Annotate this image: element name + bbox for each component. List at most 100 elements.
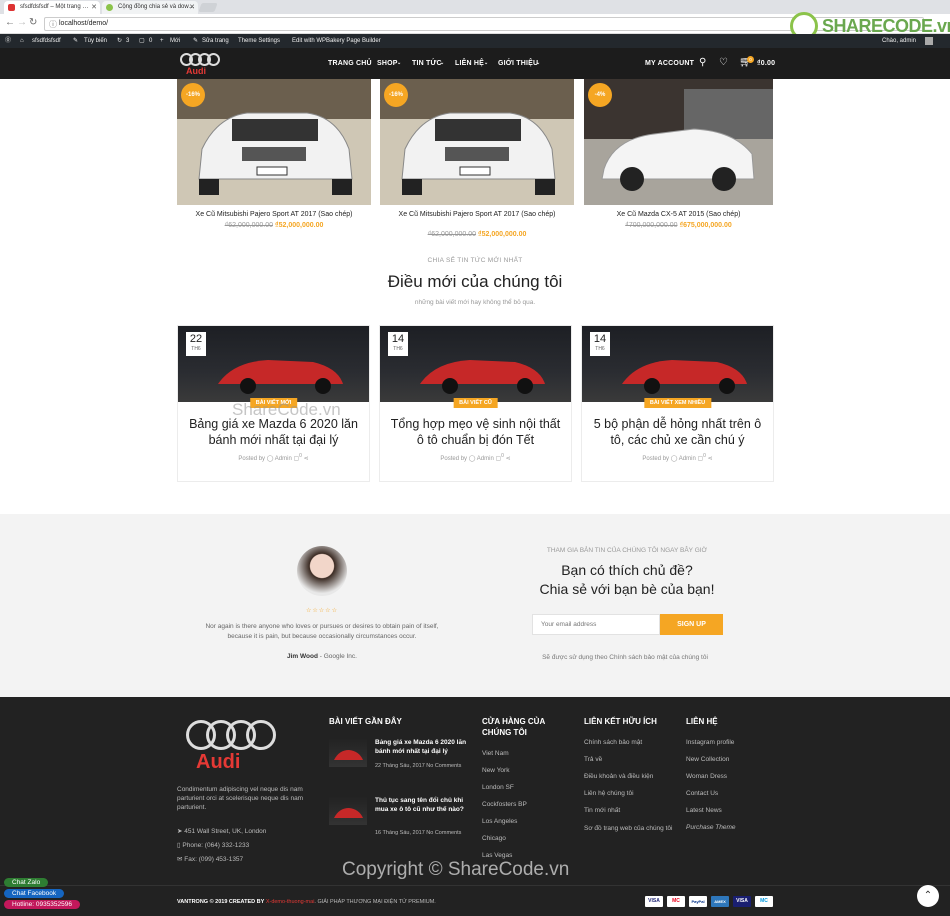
product-image[interactable]: -4% <box>584 79 773 205</box>
menu-news[interactable]: TIN TỨC <box>412 60 442 67</box>
product-image[interactable]: -16% <box>380 79 574 205</box>
footer-useful-link[interactable]: Tin mới nhất <box>584 807 620 814</box>
chat-zalo-button[interactable]: Chat Zalo <box>4 878 49 887</box>
post-title[interactable]: 5 bộ phận dễ hỏng nhất trên ô tô, các ch… <box>590 416 765 448</box>
store-link[interactable]: London SF <box>482 784 514 791</box>
testimonial-text: Nor again is there anyone who loves or p… <box>205 623 439 640</box>
post-title[interactable]: Bảng giá xe Mazda 6 2020 lăn bánh mới nh… <box>186 416 361 448</box>
product-card[interactable]: -4% Xe Cũ Mazda CX-5 AT 2015 (Sao chép) … <box>584 79 773 241</box>
blog-post-card[interactable]: 14 TH6 BÀI VIẾT XEM NHIỀU 5 bộ phận dễ hỏ… <box>581 325 774 482</box>
store-link[interactable]: Cockfosters BP <box>482 801 527 808</box>
share-icon[interactable]: ⋖ <box>708 456 713 462</box>
store-link[interactable]: Los Angeles <box>482 818 517 825</box>
admin-theme-settings[interactable]: Theme Settings <box>238 34 280 48</box>
wordpress-icon[interactable]: ⓪ <box>5 34 11 48</box>
payment-label: VISA <box>648 898 660 904</box>
admin-wpbakery[interactable]: Edit with WPBakery Page Builder <box>292 34 381 48</box>
post-author[interactable]: Admin <box>275 456 292 462</box>
menu-contact[interactable]: LIÊN HỆ <box>455 60 484 67</box>
store-link[interactable]: Las Vegas <box>482 852 512 859</box>
email-field[interactable]: Your email address <box>532 614 660 635</box>
footer-stores-title: CỬA HÀNG CỦA CHÚNG TÔI <box>482 717 545 737</box>
audi-logo[interactable] <box>180 53 220 66</box>
new-price: ₫675,000,000.00 <box>679 222 732 229</box>
admin-updates-count[interactable]: 3 <box>126 34 129 48</box>
copyright-brand[interactable]: X-demo-thuong-mai <box>266 899 315 905</box>
chat-facebook-button[interactable]: Chat Facebook <box>4 889 65 898</box>
browser-tab-2[interactable]: Cộng đồng chia sẻ và dow… ✕ <box>102 1 198 14</box>
post-author[interactable]: Admin <box>477 456 494 462</box>
payment-label: AMEX <box>714 899 726 904</box>
recent-post-title[interactable]: Bảng giá xe Mazda 6 2020 lăn bánh mới nh… <box>375 738 470 756</box>
recent-post-title[interactable]: Thủ tục sang tên đổi chủ khi mua xe ô tô… <box>375 796 470 814</box>
footer-useful-link[interactable]: Trả về <box>584 756 602 763</box>
footer-contact-link[interactable]: Woman Dress <box>686 773 727 780</box>
post-image[interactable]: 14 TH6 <box>582 326 773 402</box>
back-icon[interactable]: ← <box>5 17 15 28</box>
product-image[interactable]: -16% <box>177 79 371 205</box>
post-category-badge[interactable]: BÀI VIẾT XEM NHIỀU <box>643 398 712 408</box>
store-link[interactable]: Chicago <box>482 835 506 842</box>
footer-contact-link[interactable]: Latest News <box>686 807 722 814</box>
footer-useful-link[interactable]: Điều khoản và điều kiện <box>584 773 653 780</box>
browser-tab-1[interactable]: sfsdfdsfsdf – Một trang … ✕ <box>4 1 100 14</box>
post-category-badge[interactable]: BÀI VIẾT CŨ <box>453 398 498 408</box>
footer-contact-link[interactable]: Instagram profile <box>686 739 734 746</box>
store-link[interactable]: Viet Nam <box>482 750 509 757</box>
product-price: ₫62,000,000.00 ₫52,000,000.00 <box>177 222 371 229</box>
blog-post-card[interactable]: 14 TH6 BÀI VIẾT CŨ Tổng hợp mẹo vệ sinh n… <box>379 325 572 482</box>
search-icon[interactable]: ⚲ <box>699 57 706 68</box>
copyright-watermark: Copyright © ShareCode.vn <box>342 859 570 880</box>
admin-edit-page[interactable]: Sửa trang <box>202 34 229 48</box>
post-image[interactable]: 14 TH6 <box>380 326 571 402</box>
payment-label: MC <box>672 898 680 904</box>
recent-post-date: 16 Tháng Sáu, 2017 <box>375 830 425 836</box>
recent-post-thumb[interactable] <box>329 738 367 767</box>
footer-contact-link[interactable]: New Collection <box>686 756 729 763</box>
menu-about[interactable]: GIỚI THIỆU <box>498 60 538 67</box>
recent-post-comments[interactable]: No Comments <box>426 830 461 836</box>
footer-logo[interactable]: Audi <box>186 720 276 775</box>
cart-total[interactable]: ₫0.00 <box>757 60 775 67</box>
menu-home[interactable]: TRANG CHỦ <box>328 60 372 67</box>
store-link[interactable]: New York <box>482 767 509 774</box>
mazda-car-image <box>584 79 773 205</box>
scroll-to-top-button[interactable]: ⌃ <box>917 885 939 907</box>
footer-contact-link[interactable]: Purchase Theme <box>686 824 736 831</box>
menu-shop[interactable]: SHOP <box>377 60 398 67</box>
admin-greeting[interactable]: Chào, admin <box>882 34 916 48</box>
admin-customize[interactable]: Tùy biến <box>84 34 107 48</box>
footer-useful-link[interactable]: Chính sách bảo mật <box>584 739 642 746</box>
heart-icon[interactable]: ♡ <box>719 57 728 68</box>
close-tab-icon[interactable]: ✕ <box>189 1 195 14</box>
post-author[interactable]: Admin <box>679 456 696 462</box>
share-icon[interactable]: ⋖ <box>506 456 511 462</box>
visa-electron-icon: VISA <box>733 896 751 907</box>
product-title[interactable]: Xe Cũ Mitsubishi Pajero Sport AT 2017 (S… <box>380 210 574 219</box>
forward-icon[interactable]: → <box>17 17 27 28</box>
chevron-down-icon: ⌄ <box>536 60 541 66</box>
hotline-button[interactable]: Hotline: 0935352596 <box>4 900 80 909</box>
reload-icon[interactable]: ↻ <box>29 17 37 28</box>
admin-comments-count[interactable]: 0 <box>149 34 152 48</box>
post-image[interactable]: 22 TH6 <box>178 326 369 402</box>
product-card[interactable]: -16% Xe Cũ Mitsubishi Pajero Sport AT 20… <box>177 79 371 241</box>
recent-post-comments[interactable]: No Comments <box>426 763 461 769</box>
new-tab-button[interactable] <box>198 3 218 12</box>
product-title[interactable]: Xe Cũ Mazda CX-5 AT 2015 (Sao chép) <box>584 210 773 219</box>
post-title[interactable]: Tổng hợp mẹo vệ sinh nội thất ô tô chuẩn… <box>388 416 563 448</box>
admin-site-name[interactable]: sfsdfdsfsdf <box>32 34 61 48</box>
signup-button[interactable]: SIGN UP <box>660 614 723 635</box>
my-account-link[interactable]: MY ACCOUNT <box>645 60 694 67</box>
footer-useful-link[interactable]: Liên hệ chúng tôi <box>584 790 634 797</box>
avatar[interactable] <box>925 37 933 45</box>
close-tab-icon[interactable]: ✕ <box>91 1 97 14</box>
footer-contact-link[interactable]: Contact Us <box>686 790 718 797</box>
footer-useful-link[interactable]: Sơ đồ trang web của chúng tôi <box>584 824 674 833</box>
product-title[interactable]: Xe Cũ Mitsubishi Pajero Sport AT 2017 (S… <box>177 210 371 219</box>
recent-post-thumb[interactable] <box>329 796 367 825</box>
posted-by-label: Posted by <box>642 456 670 462</box>
product-card[interactable]: -16% Xe Cũ Mitsubishi Pajero Sport AT 20… <box>380 79 574 241</box>
admin-new[interactable]: Mới <box>170 34 180 48</box>
share-icon[interactable]: ⋖ <box>304 456 309 462</box>
